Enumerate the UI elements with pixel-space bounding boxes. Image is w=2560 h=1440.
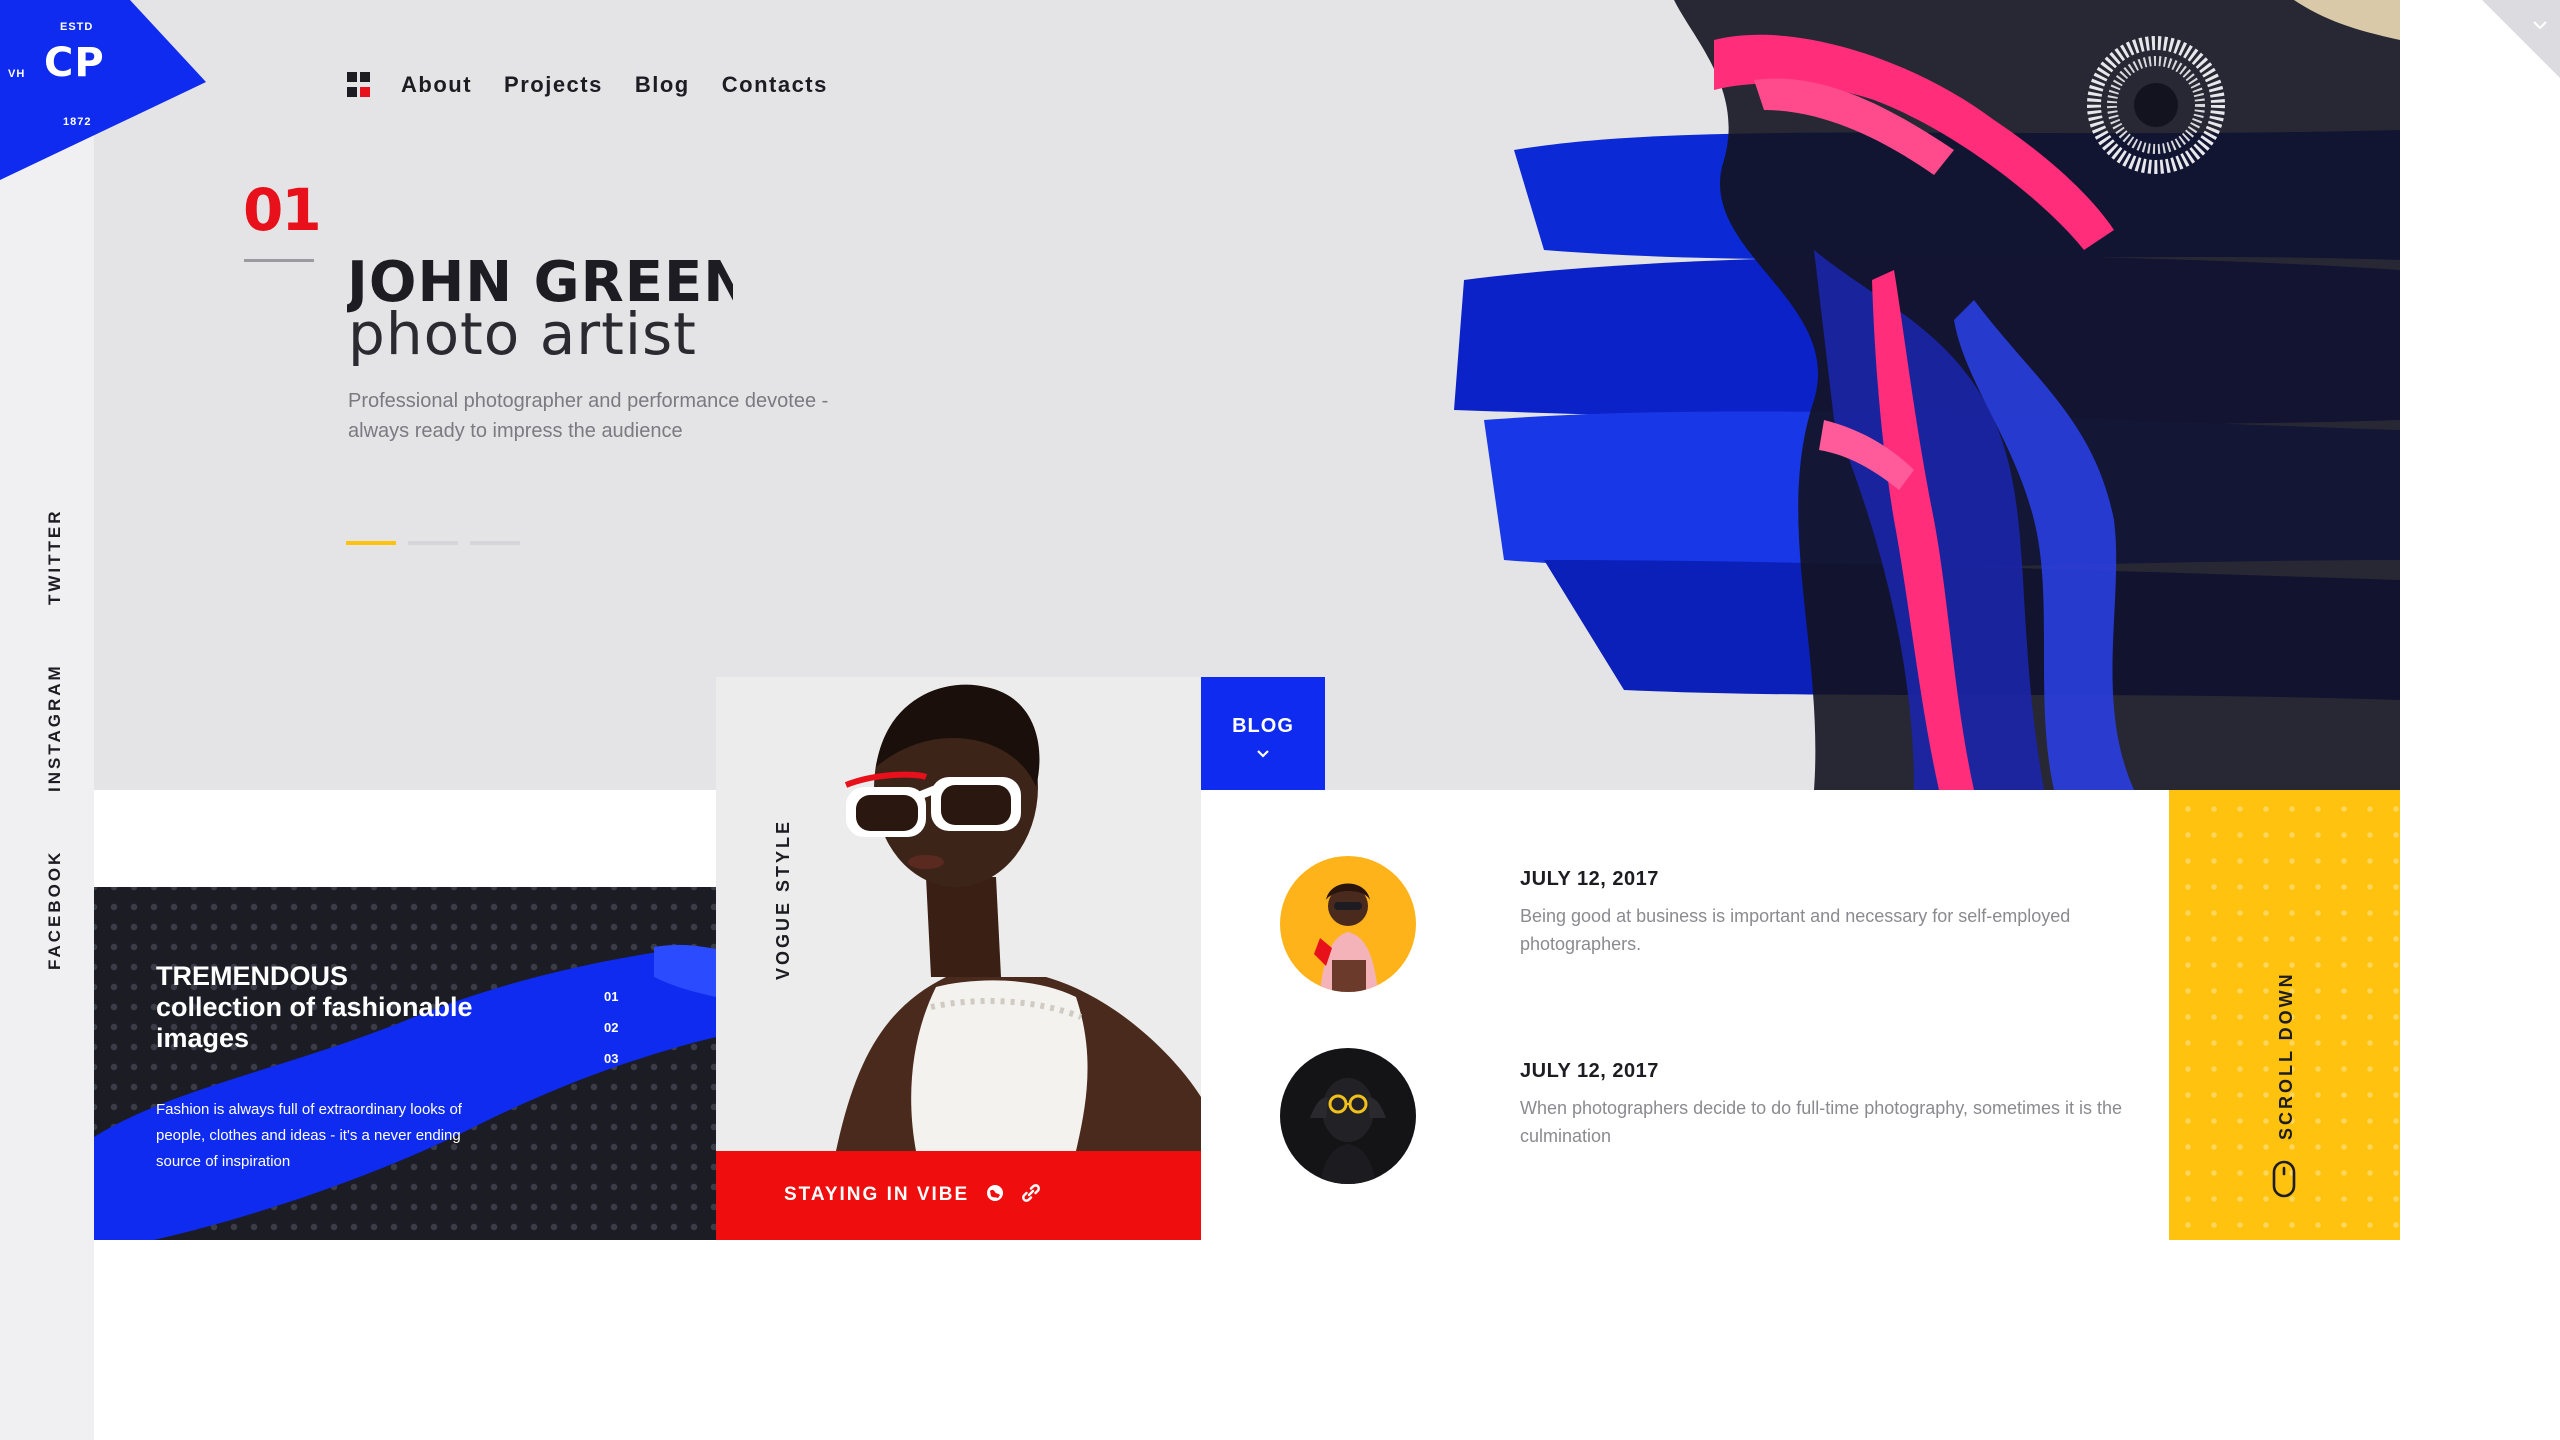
social-link-instagram[interactable]: INSTAGRAM — [45, 663, 65, 792]
portrait-caption-bar: STAYING IN VIBE — [716, 1151, 1201, 1240]
portrait-caption: STAYING IN VIBE — [784, 1184, 970, 1205]
slide-number-divider — [244, 259, 314, 262]
nav-projects[interactable]: Projects — [504, 72, 603, 98]
logo-badge-shape — [0, 0, 206, 180]
feature-page-1[interactable]: 01 — [604, 989, 618, 1004]
logo-initials: CP — [44, 40, 105, 86]
social-link-facebook[interactable]: FACEBOOK — [45, 850, 65, 970]
slider-dot[interactable] — [470, 541, 520, 545]
feature-description: Fashion is always full of extraordinary … — [156, 1101, 462, 1170]
mouse-icon — [2272, 1160, 2296, 1198]
blog-tab-label: BLOG — [1232, 715, 1294, 737]
nav-about[interactable]: About — [401, 72, 472, 98]
blog-post-image — [1280, 856, 1416, 992]
hero-subtitle: photo artist — [348, 300, 697, 368]
feature-page-2[interactable]: 02 — [604, 1020, 618, 1035]
logo-side-text: VH — [8, 68, 26, 80]
brand-logo[interactable]: ESTD CP VH 1872 — [0, 0, 206, 180]
blog-list: JULY 12, 2017 Being good at business is … — [1201, 790, 2169, 1240]
social-link-twitter[interactable]: TWITTER — [45, 508, 65, 605]
blog-post-excerpt: When photographers decide to do full-tim… — [1520, 1098, 2122, 1146]
blog-post-thumbnail[interactable] — [1280, 856, 1416, 992]
blog-post-image — [1280, 1048, 1416, 1184]
slider-pagination — [346, 541, 520, 545]
main-nav: About Projects Blog Contacts — [347, 72, 828, 98]
scroll-down-label[interactable]: SCROLL DOWN — [2276, 971, 2297, 1140]
nav-contacts[interactable]: Contacts — [722, 72, 828, 98]
feature-pagination: 01 02 03 — [604, 989, 618, 1066]
corner-toggle[interactable] — [2482, 0, 2560, 78]
slide-number: 01 — [243, 176, 322, 244]
chevron-down-icon — [1257, 750, 1269, 758]
blog-post-excerpt: Being good at business is important and … — [1520, 906, 2071, 954]
link-icon[interactable] — [1022, 1184, 1040, 1202]
nav-blog[interactable]: Blog — [635, 72, 690, 98]
menu-grid-icon[interactable] — [347, 72, 370, 98]
blog-tab[interactable]: BLOG — [1201, 677, 1325, 790]
globe-icon[interactable] — [986, 1184, 1004, 1202]
feature-title: TREMENDOUS collection of fashionable ima… — [156, 961, 473, 1053]
feature-card[interactable]: TREMENDOUS collection of fashionable ima… — [94, 887, 716, 1240]
blog-post-date: JULY 12, 2017 — [1520, 1060, 1659, 1082]
blue-brush-stroke — [94, 944, 716, 1240]
logo-year: 1872 — [63, 116, 92, 128]
blog-post-thumbnail[interactable] — [1280, 1048, 1416, 1184]
slider-dot[interactable] — [408, 541, 458, 545]
slider-dot-active[interactable] — [346, 541, 396, 545]
feature-page-3[interactable]: 03 — [604, 1051, 618, 1066]
hero-description: Professional photographer and performanc… — [348, 390, 829, 442]
portrait-vertical-label: VOGUE STYLE — [773, 818, 793, 980]
hero-photo — [1394, 0, 2400, 790]
logo-estd: ESTD — [60, 21, 94, 33]
blog-post-date: JULY 12, 2017 — [1520, 868, 1659, 890]
